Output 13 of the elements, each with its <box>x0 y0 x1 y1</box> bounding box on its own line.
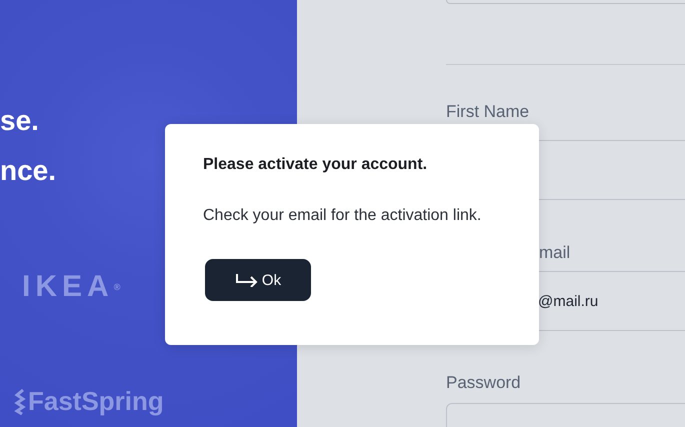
ikea-logo: IKEA$^{®}$ <box>21 272 120 302</box>
field-label: First Name <box>446 102 530 122</box>
field-value: @mail.ru <box>538 292 598 310</box>
ok-button[interactable]: Ok <box>205 259 311 301</box>
fastspring-mark-icon <box>14 388 26 414</box>
fastspring-logo-text: FastSpring <box>28 386 164 417</box>
hero-heading: nce. <box>0 154 56 188</box>
hero-heading: se. <box>0 104 39 138</box>
field-label: mail <box>539 243 570 263</box>
dialog-title: Please activate your account. <box>203 156 428 174</box>
dialog-message: Check your email for the activation link. <box>203 207 482 225</box>
field-label: Password <box>446 373 521 393</box>
return-arrow-icon <box>234 273 259 287</box>
